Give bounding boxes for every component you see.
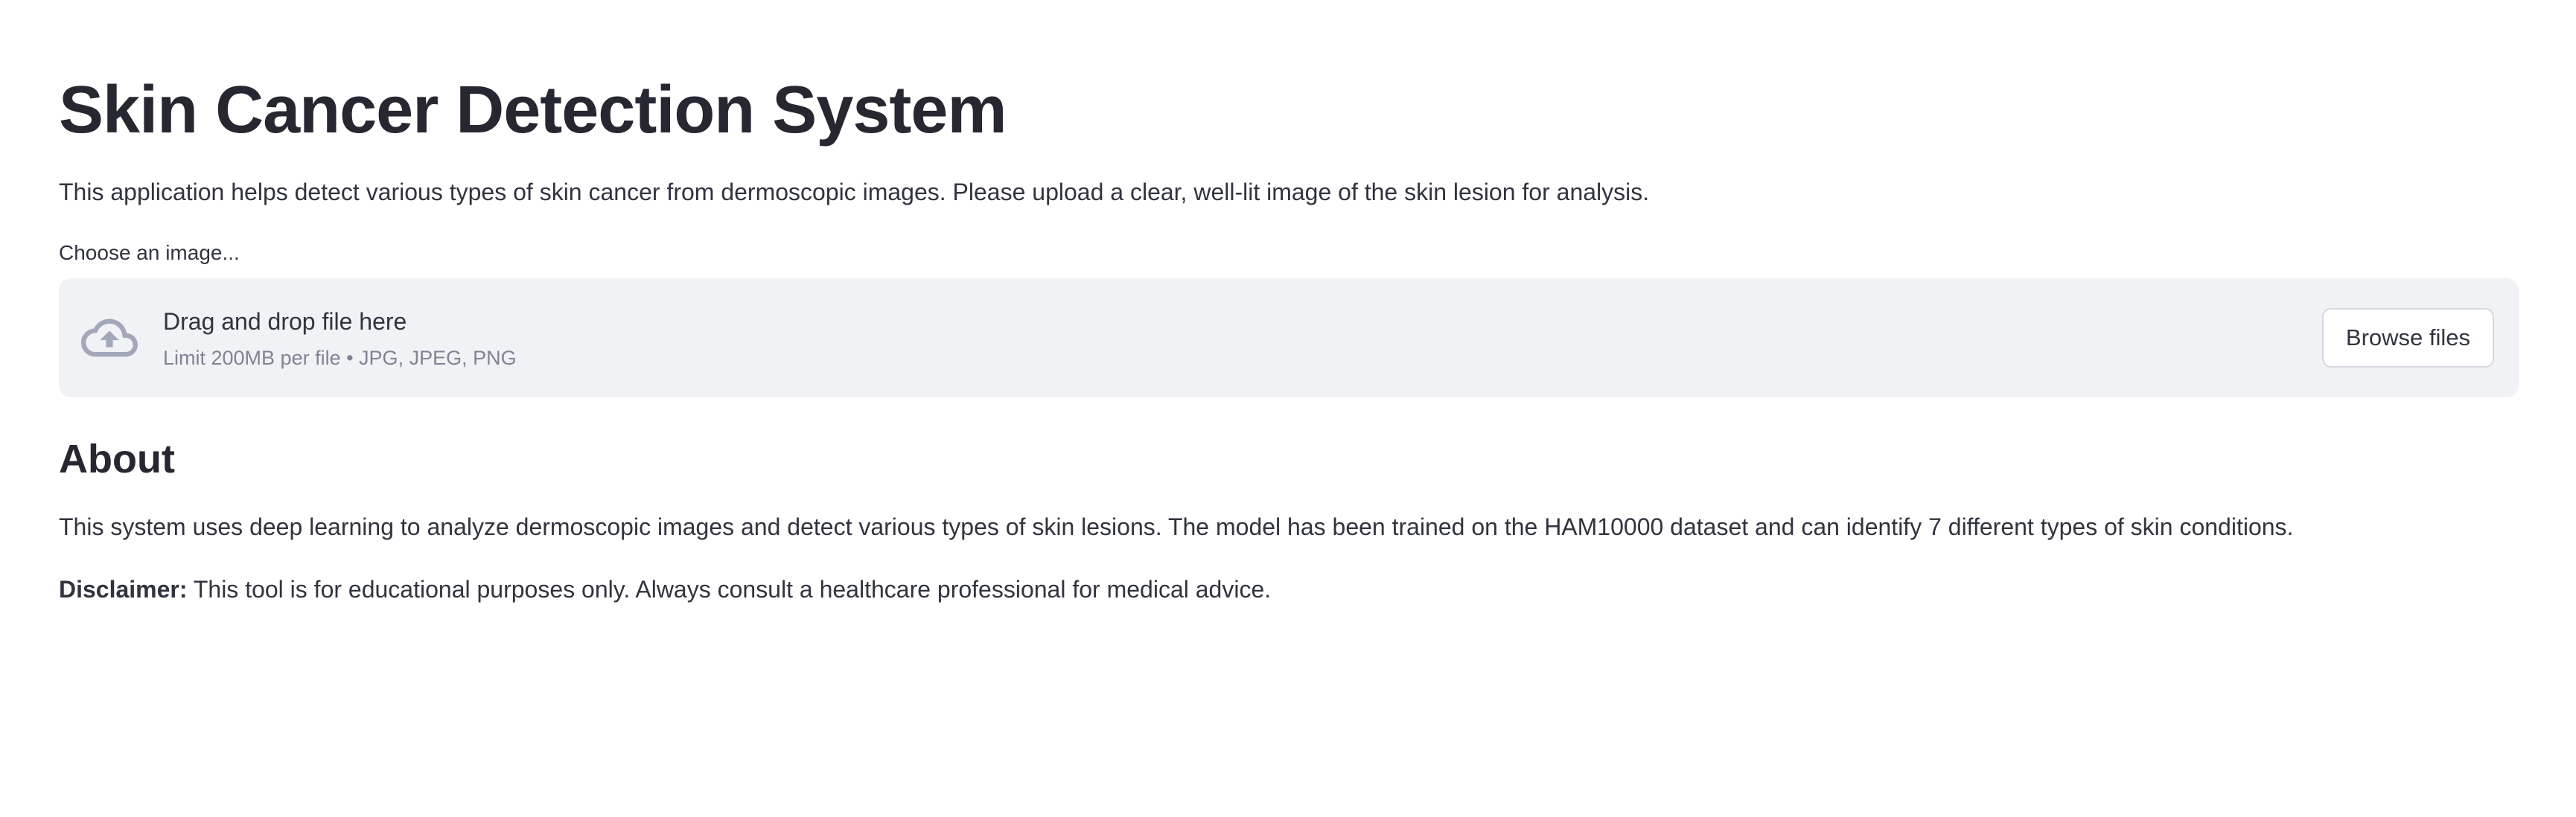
about-heading: About — [59, 437, 175, 481]
file-dropzone[interactable]: Drag and drop file here Limit 200MB per … — [59, 278, 2519, 397]
page-title: Skin Cancer Detection System — [59, 73, 1007, 147]
disclaimer-label: Disclaimer: — [59, 576, 188, 603]
disclaimer: Disclaimer: This tool is for educational… — [59, 571, 1271, 607]
cloud-upload-icon — [81, 318, 138, 357]
disclaimer-text: This tool is for educational purposes on… — [187, 576, 1272, 603]
intro-text: This application helps detect various ty… — [59, 179, 1650, 205]
dropzone-title: Drag and drop file here — [163, 308, 407, 335]
browse-files-button[interactable]: Browse files — [2321, 308, 2494, 368]
about-text: This system uses deep learning to analyz… — [59, 513, 2294, 540]
dropzone-limit-text: Limit 200MB per file • JPG, JPEG, PNG — [163, 347, 517, 369]
uploader-label: Choose an image... — [59, 241, 240, 264]
